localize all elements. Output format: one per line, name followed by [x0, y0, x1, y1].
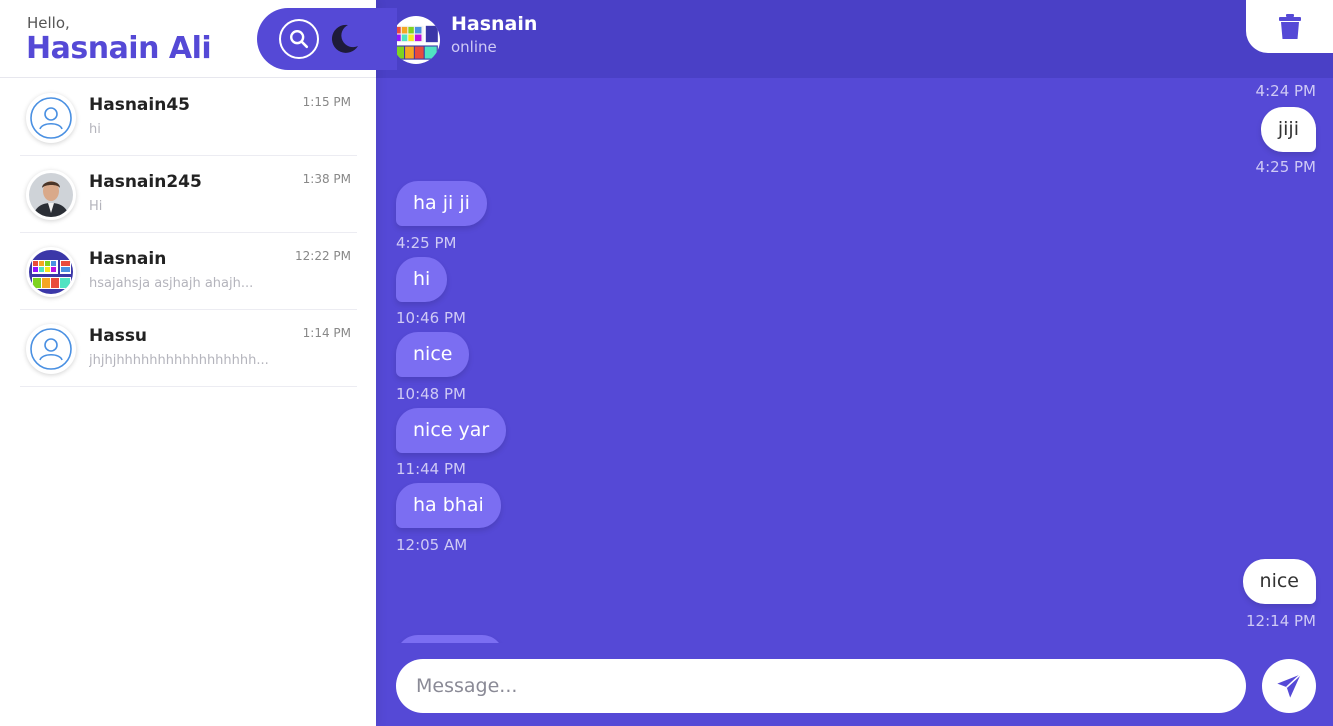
- message-time: 10:46 PM: [396, 309, 466, 327]
- default-user-icon: [30, 97, 72, 139]
- message-bubble-outgoing: nice: [1242, 559, 1316, 604]
- delete-chat-button[interactable]: [1246, 0, 1333, 53]
- search-button[interactable]: [279, 19, 319, 59]
- contact-name: Hasnain: [451, 13, 538, 35]
- message-bubble-incoming: [396, 635, 504, 643]
- chat-name: Hasnain245: [89, 172, 202, 192]
- chat-preview: hsajahsja asjhajh ahajh...: [89, 276, 254, 291]
- dark-mode-toggle[interactable]: [327, 22, 361, 56]
- message-bubble-incoming: hi: [396, 257, 448, 302]
- message-bubble-incoming: nice yar: [396, 408, 507, 453]
- chat-preview: Hi: [89, 199, 103, 214]
- message-bubble-incoming: ha bhai: [396, 483, 501, 528]
- chat-time: 12:22 PM: [295, 249, 351, 263]
- chat-item-hassu[interactable]: Hassu 1:14 PM jhjhjhhhhhhhhhhhhhhhhh...: [20, 310, 357, 387]
- message-time: 10:48 PM: [396, 385, 466, 403]
- user-name: Hasnain Ali: [26, 31, 212, 66]
- message-time: 12:14 PM: [1246, 612, 1316, 630]
- chat-time: 1:14 PM: [302, 326, 351, 340]
- sidebar: Hello, Hasnain Ali Hasnain45 1:15 PM hi …: [0, 0, 397, 726]
- moon-icon: [331, 24, 358, 53]
- message-time: 4:25 PM: [1255, 158, 1316, 176]
- message-list: 4:24 PM jiji 4:25 PM ha ji ji 4:25 PM hi…: [376, 78, 1333, 643]
- greeting: Hello,: [27, 14, 70, 32]
- message-time: 11:44 PM: [396, 460, 466, 478]
- chat-name: Hasnain: [89, 249, 167, 269]
- message-time: 12:05 AM: [396, 536, 468, 554]
- send-button[interactable]: [1262, 659, 1316, 713]
- message-bubble-incoming: ha ji ji: [396, 181, 487, 226]
- message-time: 4:25 PM: [396, 234, 457, 252]
- search-icon: [290, 30, 309, 49]
- chat-name: Hassu: [89, 326, 148, 346]
- contact-status: online: [451, 38, 497, 56]
- header-actions: [257, 8, 397, 70]
- chat-preview: jhjhjhhhhhhhhhhhhhhhhh...: [89, 353, 269, 368]
- color-palette-image: [29, 250, 73, 294]
- chat-item-hasnain45[interactable]: Hasnain45 1:15 PM hi: [20, 79, 357, 156]
- send-icon: [1277, 673, 1302, 698]
- chat-time: 1:38 PM: [302, 172, 351, 186]
- trash-icon: [1278, 13, 1301, 39]
- chat-preview: hi: [89, 122, 101, 137]
- avatar: [26, 247, 76, 297]
- message-time: 4:24 PM: [1255, 82, 1316, 100]
- chat-item-hasnain[interactable]: Hasnain 12:22 PM hsajahsja asjhajh ahajh…: [20, 233, 357, 310]
- message-input[interactable]: [396, 659, 1246, 713]
- avatar: [26, 93, 76, 143]
- chat-list: Hasnain45 1:15 PM hi Hasnain245 1:38 PM …: [20, 79, 357, 387]
- color-palette-image: [392, 16, 440, 64]
- chat-item-hasnain245[interactable]: Hasnain245 1:38 PM Hi: [20, 156, 357, 233]
- avatar: [26, 170, 76, 220]
- chat-time: 1:15 PM: [302, 95, 351, 109]
- message-composer: [376, 643, 1333, 726]
- avatar: [26, 324, 76, 374]
- contact-avatar[interactable]: [392, 16, 440, 64]
- chat-name: Hasnain45: [89, 95, 190, 115]
- chat-header: Hasnain online: [376, 0, 1333, 78]
- message-bubble-outgoing: jiji: [1260, 107, 1316, 152]
- sidebar-header: Hello, Hasnain Ali: [0, 0, 397, 78]
- default-user-icon: [30, 328, 72, 370]
- man-portrait-photo: [29, 173, 73, 217]
- message-bubble-incoming: nice: [396, 332, 470, 377]
